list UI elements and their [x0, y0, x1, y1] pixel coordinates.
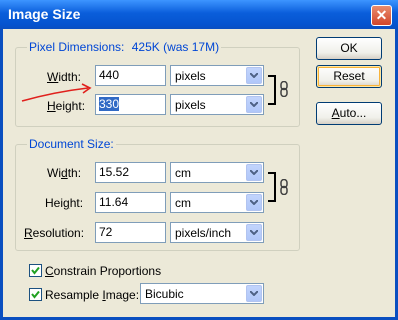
image-size-dialog: Image Size ✕ Pixel Dimensions: 425K (was…	[0, 0, 398, 320]
red-annotation-arrow	[21, 83, 92, 102]
